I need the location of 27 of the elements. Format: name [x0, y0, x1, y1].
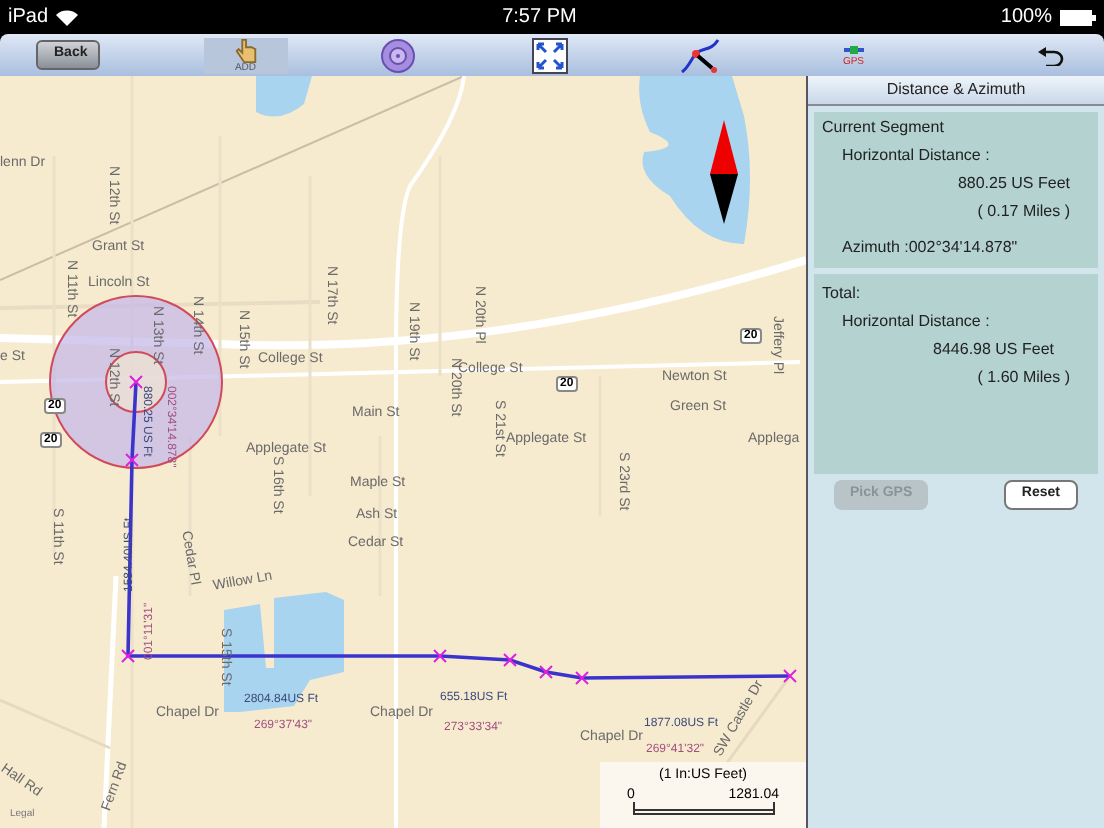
distance-feet: 8446.98 US Feet	[933, 338, 1056, 362]
fit-screen-icon	[531, 37, 568, 73]
distance-miles: ( 0.17 Miles )	[977, 200, 1072, 224]
road	[0, 698, 111, 750]
wifi-icon	[56, 9, 79, 25]
section-heading: Total:	[822, 282, 863, 306]
panel-title: Distance & Azimuth	[808, 76, 1104, 106]
undo-button[interactable]	[1036, 45, 1064, 65]
device-name: iPad	[8, 4, 49, 32]
undo-icon	[1036, 45, 1064, 65]
distance-feet: 880.25 US Feet	[957, 172, 1072, 196]
route-pointer-icon	[679, 37, 724, 73]
lake	[224, 592, 344, 712]
pointing-hand-icon	[233, 37, 258, 63]
target-icon	[379, 37, 416, 73]
distance-label: Horizontal Distance :	[840, 310, 992, 334]
satellite-icon	[843, 42, 864, 58]
section-heading: Current Segment	[822, 116, 946, 140]
clock-time: 7:57 PM	[502, 4, 577, 32]
battery-percent: 100%	[1000, 4, 1052, 32]
compass-icon	[710, 120, 738, 224]
azimuth-value: Azimuth :002°34'14.878"	[840, 236, 1020, 260]
scale-bar-icon	[631, 802, 775, 816]
distance-label: Horizontal Distance :	[840, 144, 992, 168]
lake	[256, 76, 312, 117]
distance-miles: ( 1.60 Miles )	[977, 366, 1072, 390]
battery-icon	[1060, 9, 1096, 25]
